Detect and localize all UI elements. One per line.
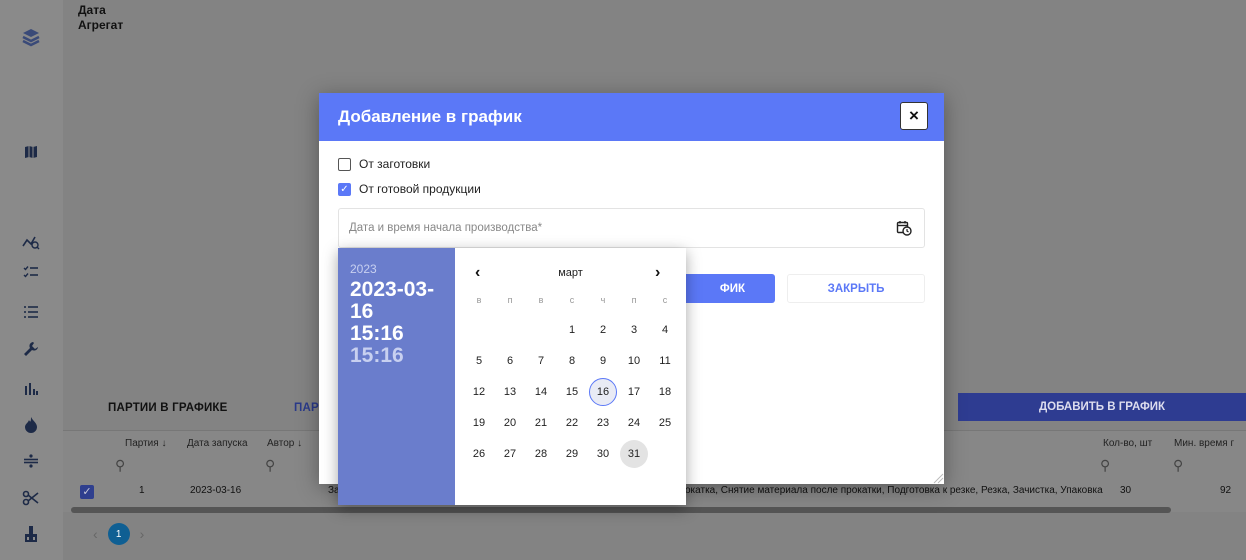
cell-min-time: 92	[1220, 485, 1232, 496]
close-button[interactable]: ЗАКРЫТЬ	[787, 274, 925, 303]
chart-search-icon[interactable]	[16, 227, 46, 257]
scissors-icon[interactable]	[16, 483, 46, 513]
calendar-day[interactable]: 1	[558, 316, 586, 344]
picker-time[interactable]: 15:16	[350, 323, 455, 345]
picker-time-secondary[interactable]: 15:16	[350, 345, 455, 367]
calendar-day[interactable]: 20	[496, 409, 524, 437]
filter-search-icon[interactable]: ⚲	[115, 457, 125, 474]
calendar-day[interactable]: 2	[589, 316, 617, 344]
unit-label: Агрегат	[78, 18, 124, 32]
calendar-day[interactable]: 27	[496, 440, 524, 468]
add-to-schedule-button[interactable]: ДОБАВИТЬ В ГРАФИК	[958, 393, 1246, 421]
resize-handle-icon[interactable]	[930, 470, 944, 484]
picker-year[interactable]: 2023	[350, 262, 455, 276]
calendar-day[interactable]: 28	[527, 440, 555, 468]
bar-chart-icon[interactable]	[16, 373, 46, 403]
calendar-day[interactable]: 7	[527, 347, 555, 375]
filter-search-icon[interactable]: ⚲	[1100, 457, 1110, 474]
chevron-right-icon[interactable]: ›	[655, 264, 660, 282]
calendar-day[interactable]: 10	[620, 347, 648, 375]
picker-summary: 2023 2023-03-16 15:16 15:16	[338, 248, 455, 505]
calendar-day[interactable]: 19	[465, 409, 493, 437]
cell-operations: окатка, Снятие материала после прокатки,…	[685, 485, 1103, 496]
calendar-clock-icon[interactable]	[896, 220, 912, 236]
picker-date[interactable]: 2023-03-16	[350, 279, 455, 323]
calendar-day[interactable]: 3	[620, 316, 648, 344]
col-min-time[interactable]: Мин. время г	[1174, 433, 1234, 455]
weekday-label: ч	[600, 295, 606, 305]
from-finished-label: От готовой продукции	[359, 182, 481, 196]
calendar-day[interactable]: 5	[465, 347, 493, 375]
calendar-day[interactable]: 15	[558, 378, 586, 406]
weekday-label: с	[662, 295, 668, 305]
date-label: Дата	[78, 3, 106, 17]
col-author[interactable]: Автор ↓	[267, 433, 302, 455]
col-qty[interactable]: Кол-во, шт	[1103, 433, 1152, 455]
list-icon[interactable]	[16, 297, 46, 327]
calendar-day[interactable]: 18	[651, 378, 679, 406]
filter-search-icon[interactable]: ⚲	[265, 457, 275, 474]
col-launch-date[interactable]: Дата запуска	[187, 433, 248, 455]
calendar-day[interactable]: 29	[558, 440, 586, 468]
from-finished-checkbox[interactable]: ✓	[338, 182, 351, 196]
calendar-day[interactable]: 25	[651, 409, 679, 437]
calendar-day[interactable]: 22	[558, 409, 586, 437]
start-datetime-placeholder: Дата и время начала производства*	[349, 222, 543, 234]
chevron-right-icon[interactable]: ›	[140, 526, 145, 542]
weekday-label: с	[569, 295, 575, 305]
calendar-month: март	[558, 267, 583, 279]
from-blank-option[interactable]: От заготовки	[338, 157, 430, 171]
weekday-label: п	[507, 295, 513, 305]
close-icon[interactable]: ×	[900, 102, 928, 130]
calendar-day[interactable]: 6	[496, 347, 524, 375]
dialog-title: Добавление в график	[338, 107, 522, 126]
tab-parties-other[interactable]: ПАР	[294, 402, 319, 414]
calendar-day[interactable]: 24	[620, 409, 648, 437]
chevron-left-icon[interactable]: ‹	[93, 526, 98, 542]
calendar-day[interactable]: 14	[527, 378, 555, 406]
weekday-label: в	[538, 295, 544, 305]
calendar-day[interactable]: 26	[465, 440, 493, 468]
calendar-day[interactable]: 21	[527, 409, 555, 437]
calendar-day[interactable]: 23	[589, 409, 617, 437]
filter-search-icon[interactable]: ⚲	[1173, 457, 1183, 474]
calendar-day[interactable]: 12	[465, 378, 493, 406]
cell-party: 1	[139, 485, 145, 496]
checklist-icon[interactable]	[16, 257, 46, 287]
horizontal-scrollbar[interactable]	[71, 507, 1171, 513]
page-button[interactable]: 1	[107, 523, 130, 545]
factory-icon[interactable]	[16, 519, 46, 549]
col-party[interactable]: Партия ↓	[125, 433, 166, 455]
map-icon[interactable]	[16, 137, 46, 167]
calendar-day[interactable]: 4	[651, 316, 679, 344]
dialog-header: Добавление в график ×	[319, 93, 944, 141]
from-finished-option[interactable]: ✓ От готовой продукции	[338, 182, 481, 196]
from-blank-label: От заготовки	[359, 157, 431, 171]
calendar-day[interactable]: 13	[496, 378, 524, 406]
calendar-day[interactable]: 17	[620, 378, 648, 406]
divide-icon[interactable]	[16, 446, 46, 476]
tab-parties-in-schedule[interactable]: ПАРТИИ В ГРАФИКЕ	[108, 402, 228, 414]
add-to-schedule-submit-button[interactable]: ФИК	[682, 274, 775, 303]
calendar-day[interactable]: 9	[589, 347, 617, 375]
pagination: ‹ 1 ›	[93, 523, 144, 545]
calendar-day[interactable]: 30	[589, 440, 617, 468]
from-blank-checkbox[interactable]	[338, 157, 351, 171]
cell-qty: 30	[1120, 485, 1132, 496]
cell-launch-date: 2023-03-16	[190, 485, 242, 496]
logo-icon[interactable]	[16, 22, 46, 52]
sidebar	[0, 0, 63, 560]
calendar: ‹ март › впвсчпс 1 2 3 4 5 6 7 8 9 10 11 12 13 14 15 16…	[455, 248, 686, 505]
calendar-day[interactable]: 16	[589, 378, 617, 406]
calendar-day[interactable]: 11	[651, 347, 679, 375]
row-checkbox[interactable]: ✓	[80, 485, 94, 499]
fire-icon[interactable]	[16, 410, 46, 440]
datetime-picker: 2023 2023-03-16 15:16 15:16 ‹ март › впв…	[338, 248, 686, 505]
calendar-day[interactable]: 31	[620, 440, 648, 468]
wrench-icon[interactable]	[16, 334, 46, 364]
calendar-day[interactable]: 8	[558, 347, 586, 375]
start-datetime-field[interactable]: Дата и время начала производства*	[338, 208, 925, 248]
weekday-label: п	[631, 295, 637, 305]
weekday-label: в	[476, 295, 482, 305]
